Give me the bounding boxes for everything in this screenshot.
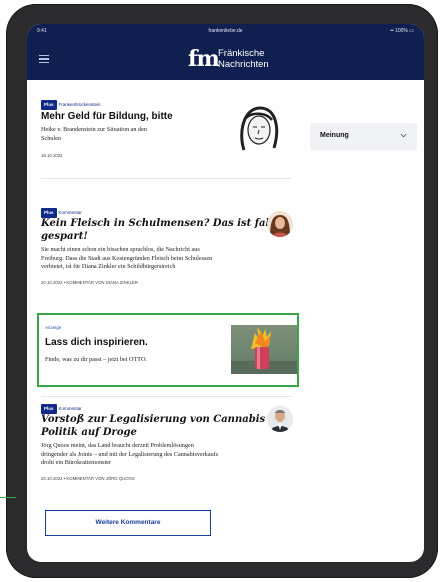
article-date: 19.10.2022 <box>41 153 63 158</box>
article-description: Heike v. Brandenstein zur Situation an d… <box>41 126 147 142</box>
article-tag-line: Plus Frankenbrückenstein <box>41 100 101 110</box>
divider <box>41 178 291 179</box>
article-kicker: Kommentar <box>58 406 82 411</box>
article-meta: 20.10.2022 • KOMMENTAR VON DIANA ZINKLER <box>41 280 138 285</box>
more-comments-button[interactable]: Weitere Kommentare <box>45 510 211 536</box>
tablet-frame: 9:41 frankenliebe.de •• 100% ▭ fm Fränki… <box>6 4 438 578</box>
author-avatar <box>267 211 293 237</box>
site-logo[interactable]: fm Fränkische Nachrichten <box>188 47 298 73</box>
article-kicker: Frankenbrückenstein <box>58 102 101 107</box>
ad-description: Finde, was zu dir passt – jetzt bei OTTO… <box>45 356 147 363</box>
article-title[interactable]: Vorstoß zur Legalisierung von Cannabis -… <box>41 414 273 439</box>
plus-badge: Plus <box>41 100 57 110</box>
article-tag-line: Plus Kommentar <box>41 208 82 218</box>
article-title[interactable]: Mehr Geld für Bildung, bitte <box>41 111 173 123</box>
annotation-line <box>0 497 16 498</box>
ad-label: Anzeige <box>45 325 62 330</box>
author-avatar <box>267 406 293 432</box>
ad-title[interactable]: Lass dich inspirieren. <box>45 337 148 348</box>
chevron-down-icon <box>400 133 407 138</box>
main-content: Plus Frankenbrückenstein Mehr Geld für Bi… <box>27 80 424 562</box>
logo-mark: fm <box>188 46 220 72</box>
status-bar: 9:41 frankenliebe.de •• 100% ▭ <box>27 24 424 38</box>
address-bar[interactable]: frankenliebe.de <box>27 28 424 34</box>
article-description: Sie macht einen schon ein bisschen sprac… <box>41 246 213 271</box>
menu-icon[interactable] <box>39 55 49 63</box>
category-dropdown[interactable]: Meinung <box>310 123 417 150</box>
dropdown-selected: Meinung <box>320 132 349 139</box>
ad-image[interactable] <box>231 325 297 374</box>
advertisement[interactable]: Anzeige Lass dich inspirieren. Finde, wa… <box>37 313 299 387</box>
divider <box>41 396 291 397</box>
tablet-screen: 9:41 frankenliebe.de •• 100% ▭ fm Fränki… <box>27 24 424 562</box>
article-tag-line: Plus Kommentar <box>41 404 82 414</box>
logo-text: Fränkische Nachrichten <box>218 48 269 70</box>
site-header: fm Fränkische Nachrichten <box>27 38 424 80</box>
status-icons: •• 100% ▭ <box>390 28 414 34</box>
article-kicker: Kommentar <box>58 210 82 215</box>
plus-badge: Plus <box>41 208 57 218</box>
author-sketch-image <box>232 102 284 154</box>
article-description: Jörg Quoos meint, das Land braucht derze… <box>41 442 219 467</box>
article-title[interactable]: Kein Fleisch in Schulmensen? Das ist fal… <box>41 218 288 243</box>
plus-badge: Plus <box>41 404 57 414</box>
article-meta: 20.10.2022 • KOMMENTAR VON JÖRG QUOOS <box>41 476 135 481</box>
